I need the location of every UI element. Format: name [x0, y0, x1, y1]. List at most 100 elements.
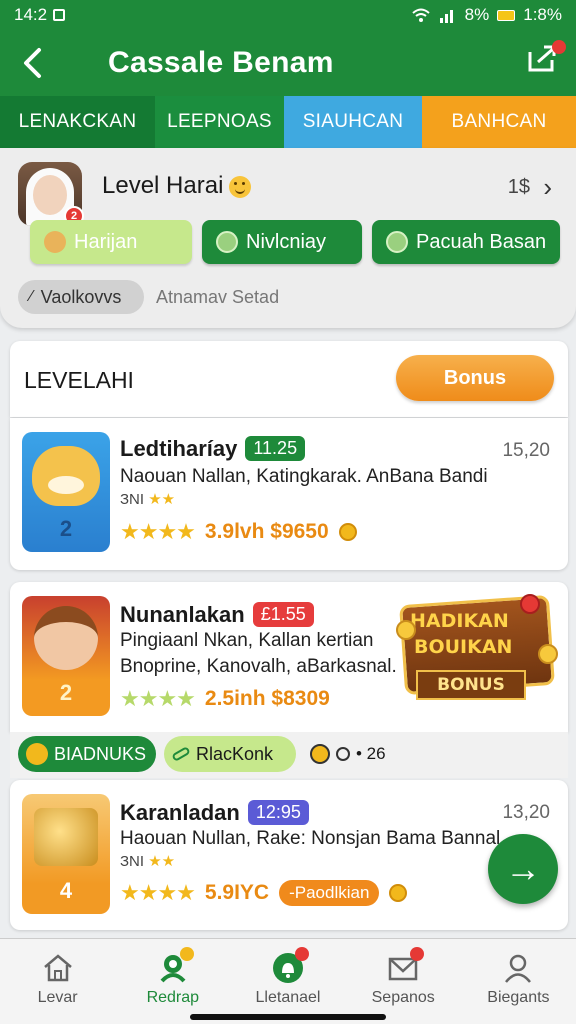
coins-icon — [34, 808, 98, 866]
coin-icon — [538, 644, 558, 664]
item-description: Naouan Nallan, Katingkarak. AnBana Bandi — [120, 466, 488, 487]
nav-item-sepanos[interactable]: Sepanos — [346, 939, 461, 1024]
user-pin-icon — [156, 947, 194, 985]
nav-item-biegants[interactable]: Biegants — [461, 939, 576, 1024]
item-title: Ledtiharíay 11.25 — [120, 436, 306, 462]
signal-icon — [439, 10, 453, 23]
item-rank: 2 — [59, 516, 73, 541]
tab-banhcan[interactable]: BANHCAN — [422, 96, 576, 148]
item-title: Nunanlakan £1.55 — [120, 602, 314, 628]
sub-stars: ★★ — [148, 853, 176, 870]
coin-icon — [26, 743, 48, 765]
notification-badge — [552, 40, 566, 54]
list-item[interactable]: 4 Karanladan 12:95 13,20 Haouan Nullan, R… — [10, 780, 568, 930]
pacuah-basan-button[interactable]: Pacuah Basan — [372, 220, 560, 264]
status-right-text: 1:8% — [523, 5, 562, 24]
item-thumbnail: 2 — [22, 432, 110, 552]
level-name: Level Harai — [102, 172, 252, 200]
nav-item-redrap[interactable]: Redrap — [115, 939, 230, 1024]
item-sub: ЗNI ★★ — [120, 491, 176, 508]
app-header: Cassale Benam — [0, 30, 576, 96]
mail-icon — [386, 947, 425, 985]
chevron-right-icon[interactable]: › — [543, 172, 552, 203]
nivlcniay-button[interactable]: Nivlcniay — [202, 220, 362, 264]
action-row: BIADNUKS RlacKonk • 26 — [10, 732, 568, 778]
item-meta-value: 5.9IYC — [204, 881, 270, 904]
bonus-promo-image[interactable]: HADIKAN BOUIKAN BONUS — [392, 590, 564, 726]
item-meta-value: 3.9lvh $9650 — [204, 520, 329, 543]
tab-lenakckan[interactable]: LENAKCKAN — [0, 96, 155, 148]
coin-icon — [396, 620, 416, 640]
tab-bar: LENAKCKAN LEEPNOAS SIAUHCAN BANHCAN — [0, 96, 576, 148]
item-meta: ★★★★ 5.9IYC -Paodlkian — [120, 880, 408, 906]
leaf-icon — [216, 231, 238, 253]
nav-item-levar[interactable]: Levar — [0, 939, 115, 1024]
nav-badge — [179, 947, 194, 961]
level-value: 1$ — [507, 176, 530, 198]
status-time: 14:2 — [14, 5, 48, 24]
wrench-icon — [171, 746, 191, 762]
back-button[interactable] — [0, 30, 64, 96]
next-fab-button[interactable]: → — [488, 834, 558, 904]
item-meta-value: 2.5inh $8309 — [204, 687, 330, 710]
clock-icon — [336, 747, 350, 761]
status-bar: 14:2 8% 1:8% — [0, 0, 576, 30]
nav-item-lletanael[interactable]: Lletanael — [230, 939, 345, 1024]
profile-icon — [501, 951, 535, 985]
battery-icon — [497, 9, 516, 21]
bonus-button[interactable]: Bonus — [396, 355, 554, 401]
item-badge: £1.55 — [252, 602, 314, 627]
item-description: Haouan Nullan, Rake: Nonsjan Bama Bannal — [120, 828, 501, 849]
item-meta: ★★★★ 3.9lvh $9650 — [120, 519, 357, 545]
share-button[interactable] — [526, 40, 566, 78]
harijan-button[interactable]: Harijan — [30, 220, 192, 264]
item-rank: 2 — [59, 680, 73, 705]
smiley-icon — [229, 175, 252, 198]
tag-text: Atnamav Setad — [156, 287, 280, 307]
item-rank: 4 — [59, 878, 73, 903]
nav-badge — [410, 947, 425, 961]
item-badge: 12:95 — [247, 800, 309, 825]
biadnuks-button[interactable]: BIADNUKS — [18, 736, 156, 772]
promo-ribbon: BONUS — [416, 670, 526, 700]
rating-stars: ★★★★ — [120, 686, 196, 711]
fox-icon — [32, 446, 100, 506]
battery-percent: 8% — [464, 5, 490, 24]
tab-siauhcan[interactable]: SIAUHCAN — [284, 96, 422, 148]
item-meta: ★★★★ 2.5inh $8309 — [120, 686, 330, 712]
link-icon: ∕ — [30, 288, 33, 305]
item-thumbnail: 2 — [22, 596, 110, 716]
rlackonk-button[interactable]: RlacKonk — [164, 736, 296, 772]
section-header: LEVELAHI Bonus — [10, 341, 568, 417]
nav-badge — [295, 947, 309, 961]
coin-icon — [520, 594, 540, 614]
bag-icon — [44, 231, 66, 253]
coin-icon — [310, 744, 330, 764]
coin-icon — [338, 523, 357, 541]
coin-icon — [389, 884, 408, 902]
tab-leepnoas[interactable]: LEEPNOAS — [155, 96, 284, 148]
list-item[interactable]: 2 Ledtiharíay 11.25 15,20 Naouan Nallan, … — [10, 418, 568, 570]
bottom-nav: Levar Redrap Lletanael Sepanos Biegants — [0, 938, 576, 1024]
rating-stars: ★★★★ — [120, 519, 196, 544]
bell-icon — [271, 947, 309, 985]
item-chip[interactable]: -Paodlkian — [279, 880, 380, 906]
item-right-value: 13,20 — [502, 802, 550, 823]
tag-chip[interactable]: ∕ Vaolkovvs — [18, 280, 144, 314]
item-right-value: 15,20 — [502, 440, 550, 461]
home-indicator — [190, 1014, 386, 1020]
item-title: Karanladan 12:95 — [120, 800, 309, 826]
leaf-icon — [386, 231, 408, 253]
section-title: LEVELAHI — [24, 367, 134, 393]
notification-icon — [53, 9, 66, 21]
item-thumbnail: 4 — [22, 794, 110, 914]
back-arrow-icon — [24, 48, 41, 78]
sub-stars: ★★ — [148, 491, 176, 508]
wifi-icon — [412, 8, 430, 22]
item-badge: 11.25 — [245, 436, 306, 461]
page-title: Cassale Benam — [108, 46, 334, 79]
action-extra: • 26 — [310, 744, 386, 764]
rating-stars: ★★★★ — [120, 880, 196, 905]
character-icon — [34, 606, 98, 670]
home-icon — [41, 951, 75, 985]
